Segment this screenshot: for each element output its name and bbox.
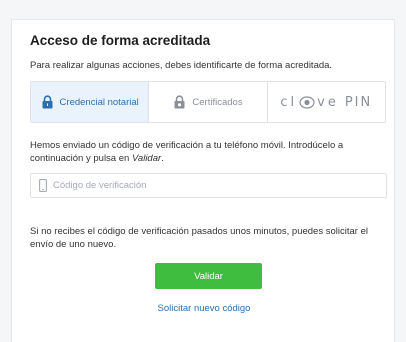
clave-pin-logo: cl ve PIN <box>280 95 372 110</box>
verification-code-input[interactable] <box>53 180 373 191</box>
info-text-before: Hemos enviado un código de verificación … <box>30 140 344 164</box>
clave-logo-right: ve <box>317 94 339 110</box>
auth-method-tabs: Credencial notarial Certificados cl ve P… <box>30 81 386 123</box>
certificate-lock-icon <box>174 95 185 109</box>
card-subtitle: Para realizar algunas acciones, debes id… <box>30 60 333 71</box>
phone-icon <box>39 179 47 192</box>
tab-label: Certificados <box>192 96 243 108</box>
info-emphasis: Validar <box>131 153 162 164</box>
card-title: Acceso de forma acreditada <box>30 33 211 48</box>
tab-certificados[interactable]: Certificados <box>148 82 266 122</box>
validate-button[interactable]: Validar <box>155 263 262 289</box>
resend-code-link[interactable]: Solicitar nuevo código <box>12 303 396 314</box>
verification-info-text: Hemos enviado un código de verificación … <box>30 139 382 165</box>
tab-credencial-notarial[interactable]: Credencial notarial <box>31 82 149 122</box>
clave-logo-left: cl <box>280 94 298 110</box>
tab-clave-pin[interactable]: cl ve PIN <box>266 82 385 122</box>
verification-code-field[interactable] <box>30 173 387 198</box>
info-text-after: . <box>161 153 164 164</box>
clave-logo-pin: PIN <box>344 94 373 110</box>
tab-label: Credencial notarial <box>59 96 139 108</box>
lock-icon <box>42 95 53 109</box>
accredited-access-card: Acceso de forma acreditada Para realizar… <box>11 19 395 342</box>
resend-notice-text: Si no recibes el código de verificación … <box>30 226 368 250</box>
clave-eye-logo <box>299 95 315 109</box>
